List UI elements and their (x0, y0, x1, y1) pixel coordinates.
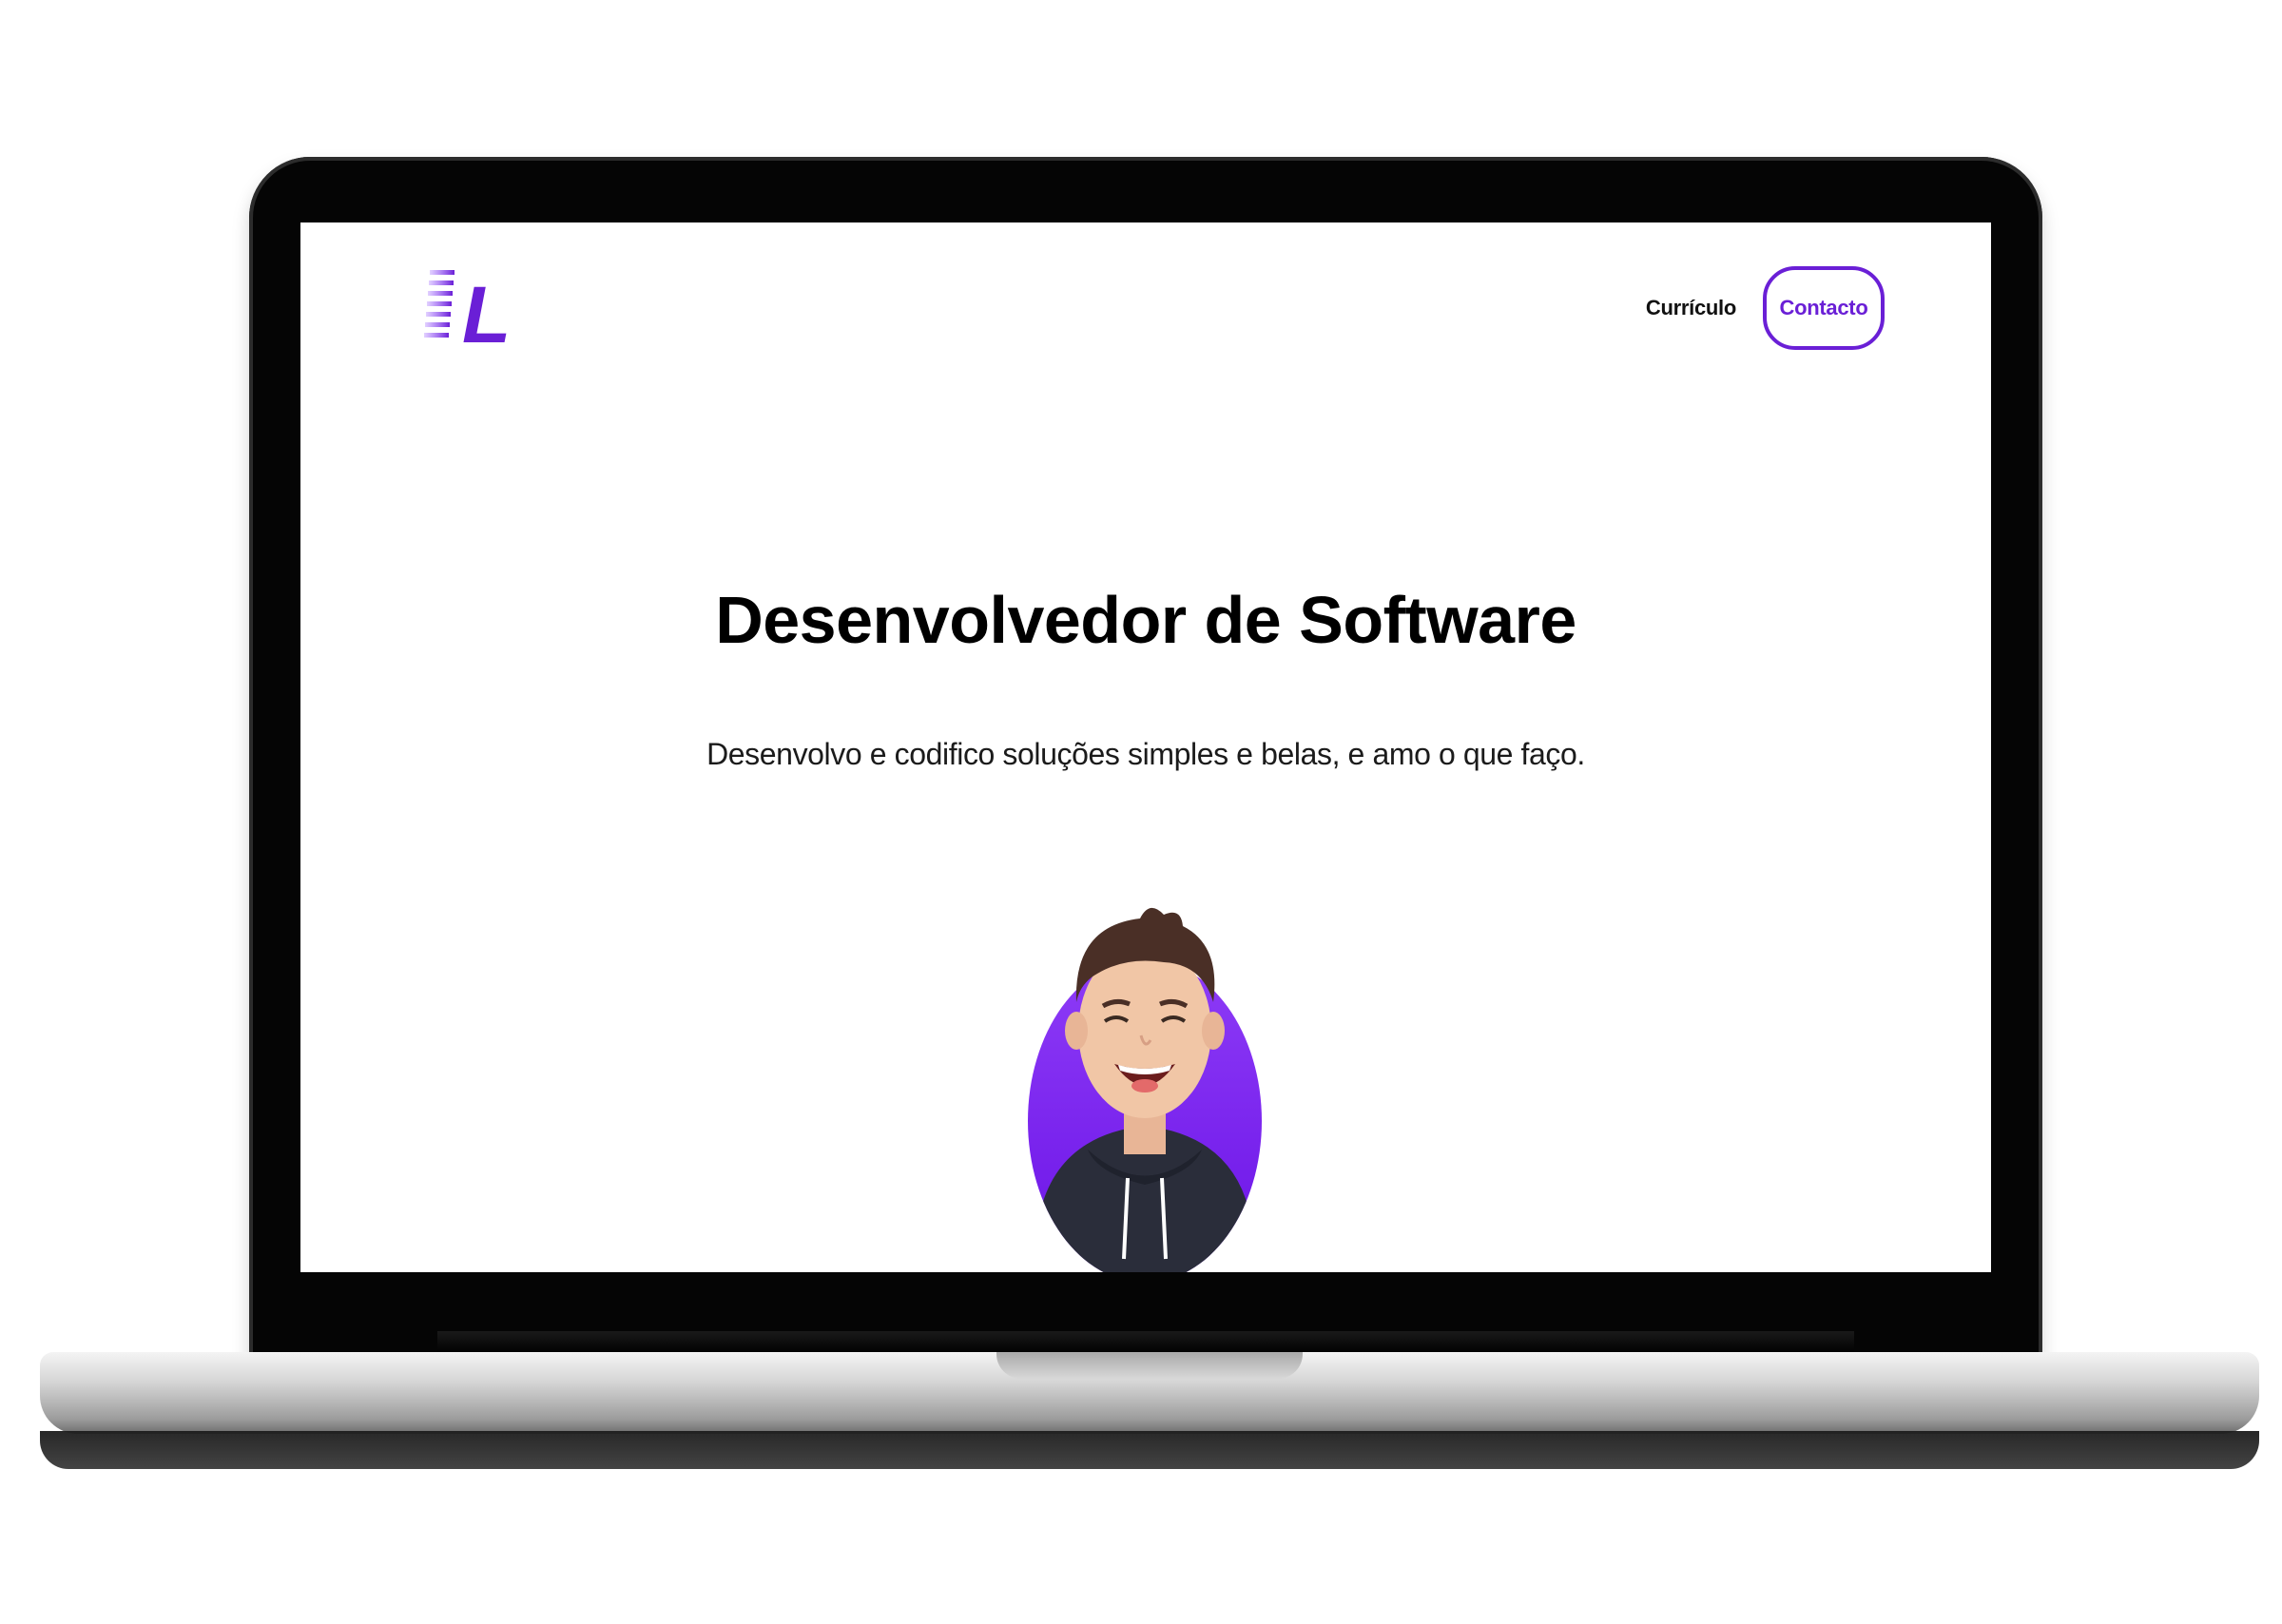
laptop-base-shadow (40, 1431, 2259, 1469)
laptop-opening-notch (996, 1352, 1303, 1379)
logo-letter: L (462, 270, 510, 348)
cartoon-avatar-icon (1028, 907, 1262, 1272)
website-screen: L Currículo Contacto Desenvolvedor de So… (300, 222, 1991, 1272)
curriculo-link[interactable]: Currículo (1646, 296, 1736, 320)
logo-svg: L (424, 270, 511, 359)
laptop-mockup: L Currículo Contacto Desenvolvedor de So… (0, 0, 2282, 1624)
contacto-button[interactable]: Contacto (1763, 266, 1885, 350)
avatar (1021, 888, 1268, 1272)
laptop-hinge (437, 1331, 1854, 1354)
logo-icon[interactable]: L (424, 266, 511, 359)
hero-title: Desenvolvedor de Software (715, 583, 1576, 657)
top-nav: Currículo Contacto (1646, 266, 1885, 350)
hero-subtitle: Desenvolvo e codifico soluções simples e… (706, 737, 1585, 771)
